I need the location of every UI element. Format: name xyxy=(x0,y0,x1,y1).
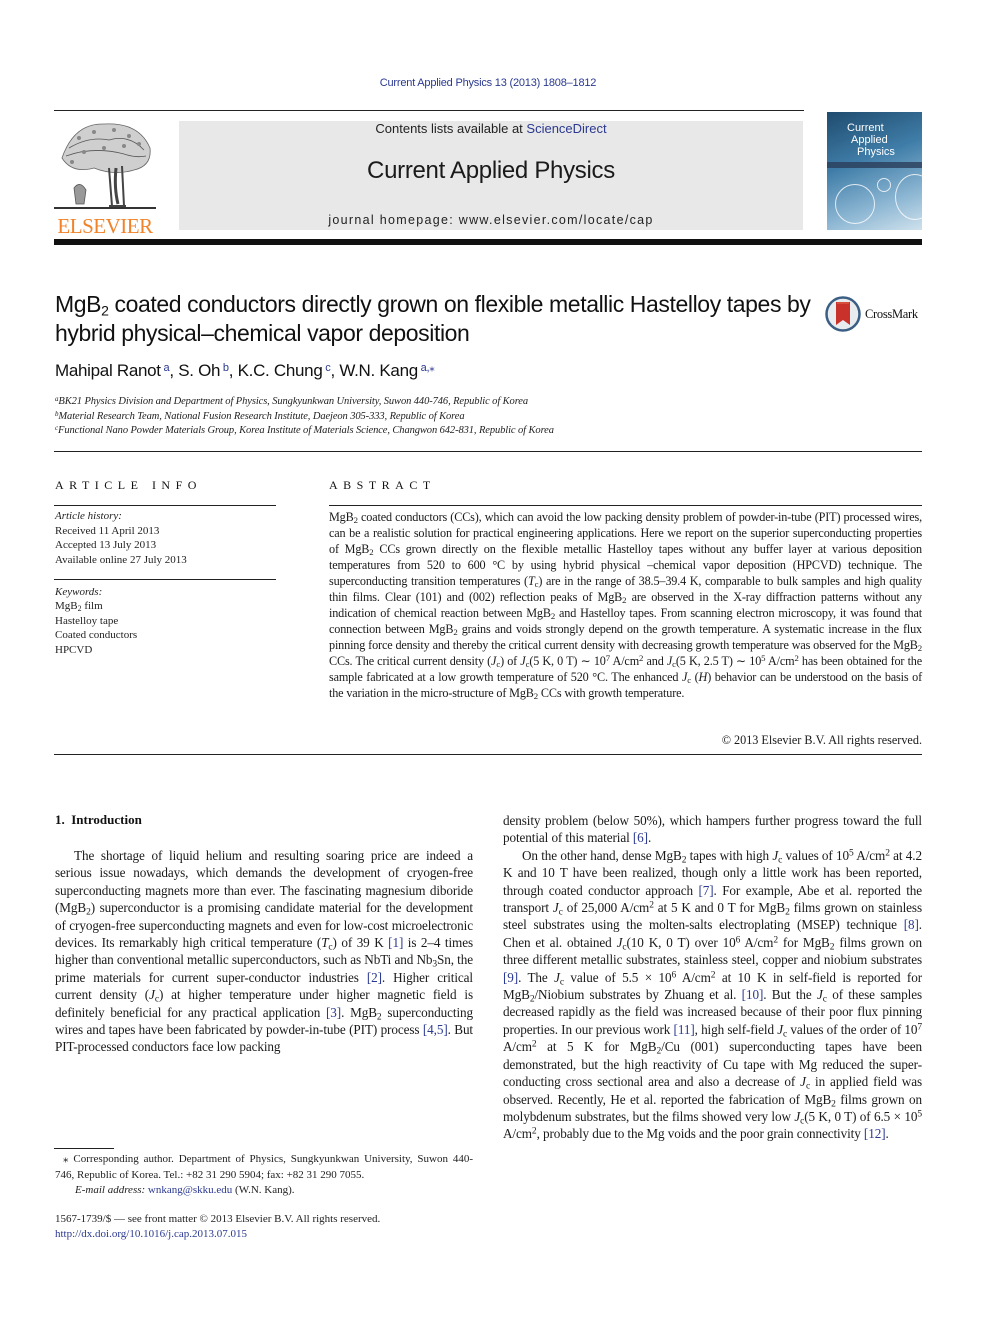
abstract-heading: ABSTRACT xyxy=(329,478,436,492)
divider xyxy=(54,505,276,506)
citation-link[interactable]: [11] xyxy=(674,1022,695,1037)
author-affiliation-mark[interactable]: a,⁎ xyxy=(421,362,435,374)
citation-link[interactable]: [7] xyxy=(698,883,713,898)
author-affiliation-mark[interactable]: b xyxy=(223,362,229,374)
keyword-item: HPCVD xyxy=(55,643,93,656)
cover-bubble xyxy=(895,174,922,220)
cover-title-line: Applied xyxy=(851,134,888,146)
elsevier-wordmark: ELSEVIER xyxy=(57,214,153,238)
affiliation-item: aBK21 Physics Division and Department of… xyxy=(55,395,554,410)
body-paragraph: On the other hand, dense MgB2 tapes with… xyxy=(503,847,923,1142)
body-column-right: density problem (below 50%), which hampe… xyxy=(503,812,922,1143)
divider xyxy=(54,579,276,580)
footnote-rule xyxy=(54,1148,114,1149)
email-suffix: (W.N. Kang). xyxy=(232,1184,295,1196)
cover-bubble xyxy=(877,178,891,192)
section-heading-introduction: 1. Introduction xyxy=(55,812,142,827)
keywords: Keywords: MgB2 film Hastelloy tape Coate… xyxy=(55,585,137,657)
body-paragraph: density problem (below 50%), which hampe… xyxy=(503,813,922,846)
keyword-item: Hastelloy tape xyxy=(55,614,119,627)
divider xyxy=(329,505,922,506)
journal-cover-image[interactable]: Current Applied Physics xyxy=(827,112,922,230)
journal-banner: Contents lists available at ScienceDirec… xyxy=(179,121,803,230)
citation-link[interactable]: [8] xyxy=(904,917,919,932)
affiliation-text: Material Research Team, National Fusion … xyxy=(58,410,465,422)
citation-link[interactable]: [10] xyxy=(742,987,764,1002)
divider xyxy=(54,754,922,755)
affiliation-text: BK21 Physics Division and Department of … xyxy=(58,396,529,407)
contents-prefix: Contents lists available at xyxy=(375,121,527,136)
keywords-label: Keywords: xyxy=(55,586,103,598)
contents-line: Contents lists available at ScienceDirec… xyxy=(179,121,803,136)
issn-copyright: 1567-1739/$ — see front matter © 2013 El… xyxy=(55,1213,381,1225)
affiliation-item: bMaterial Research Team, National Fusion… xyxy=(55,410,554,425)
body-column-left: The shortage of liquid helium and result… xyxy=(55,847,473,1056)
cover-title-line: Current xyxy=(847,122,884,134)
header-rule xyxy=(54,110,804,111)
citation-link[interactable]: [2] xyxy=(367,970,382,985)
article-title: MgB2 coated conductors directly grown on… xyxy=(55,290,815,348)
journal-citation[interactable]: Current Applied Physics 13 (2013) 1808–1… xyxy=(0,77,976,89)
citation-link[interactable]: [1] xyxy=(388,935,403,950)
author-name[interactable]: W.N. Kang xyxy=(339,361,418,380)
abstract-body: MgB2 coated conductors (CCs), which can … xyxy=(329,510,923,702)
article-info-heading: ARTICLE INFO xyxy=(55,478,202,492)
keyword-item: Coated conductors xyxy=(55,629,138,642)
accepted-date: Accepted 13 July 2013 xyxy=(55,539,157,552)
elsevier-tree-icon xyxy=(54,123,156,209)
received-date: Received 11 April 2013 xyxy=(55,524,160,537)
author-name[interactable]: Mahipal Ranot xyxy=(55,361,161,380)
journal-name: Current Applied Physics xyxy=(367,157,615,184)
email-line: E-mail address: wnkang@skku.edu (W.N. Ka… xyxy=(55,1183,473,1199)
citation-link[interactable]: [9] xyxy=(503,970,518,985)
author-affiliation-mark[interactable]: c xyxy=(325,362,331,374)
cover-title: Current Applied Physics xyxy=(847,122,895,158)
crossmark-label: CrossMark xyxy=(865,307,918,321)
citation-link[interactable]: [4,5] xyxy=(423,1022,448,1037)
elsevier-logo[interactable]: ELSEVIER xyxy=(54,118,156,238)
email-link[interactable]: wnkang@skku.edu xyxy=(148,1184,232,1196)
citation-link[interactable]: [12] xyxy=(864,1126,886,1141)
online-date: Available online 27 July 2013 xyxy=(55,553,187,566)
affiliation-item: cFunctional Nano Powder Materials Group,… xyxy=(55,424,554,439)
author-name[interactable]: S. Oh xyxy=(178,361,220,380)
citation-link[interactable]: [3] xyxy=(326,1005,341,1020)
author-name[interactable]: K.C. Chung xyxy=(238,361,323,380)
article-history: Article history: Received 11 April 2013 … xyxy=(55,509,187,567)
affiliations: aBK21 Physics Division and Department of… xyxy=(55,395,554,439)
cover-bubble xyxy=(835,184,875,224)
corresponding-author-note: ⁎ Corresponding author. Department of Ph… xyxy=(55,1153,473,1181)
crossmark-icon xyxy=(825,296,861,332)
body-paragraph: The shortage of liquid helium and result… xyxy=(55,848,473,1055)
front-matter: 1567-1739/$ — see front matter © 2013 El… xyxy=(55,1212,380,1242)
abstract-copyright: © 2013 Elsevier B.V. All rights reserved… xyxy=(721,733,922,747)
journal-homepage[interactable]: journal homepage: www.elsevier.com/locat… xyxy=(179,213,803,227)
email-label: E-mail address: xyxy=(75,1184,146,1196)
article-history-label: Article history: xyxy=(55,510,122,522)
cover-title-line: Physics xyxy=(857,146,895,158)
header-thick-rule xyxy=(54,239,922,245)
title-part: coated conductors directly grown on flex… xyxy=(55,291,811,346)
doi-link[interactable]: http://dx.doi.org/10.1016/j.cap.2013.07.… xyxy=(55,1228,247,1240)
title-part: MgB xyxy=(55,291,102,317)
keyword-item: MgB2 film xyxy=(55,600,103,614)
citation-link[interactable]: [6] xyxy=(633,830,648,845)
author-list: Mahipal Ranot a, S. Oh b, K.C. Chung c, … xyxy=(55,361,435,380)
divider xyxy=(54,451,922,452)
footnotes: ⁎ Corresponding author. Department of Ph… xyxy=(55,1152,473,1199)
author-affiliation-mark[interactable]: a xyxy=(164,362,170,374)
cover-subtitle-strip xyxy=(827,162,922,168)
crossmark-button[interactable]: CrossMark xyxy=(825,296,925,336)
sciencedirect-link[interactable]: ScienceDirect xyxy=(526,121,606,136)
affiliation-text: Functional Nano Powder Materials Group, … xyxy=(58,425,554,436)
